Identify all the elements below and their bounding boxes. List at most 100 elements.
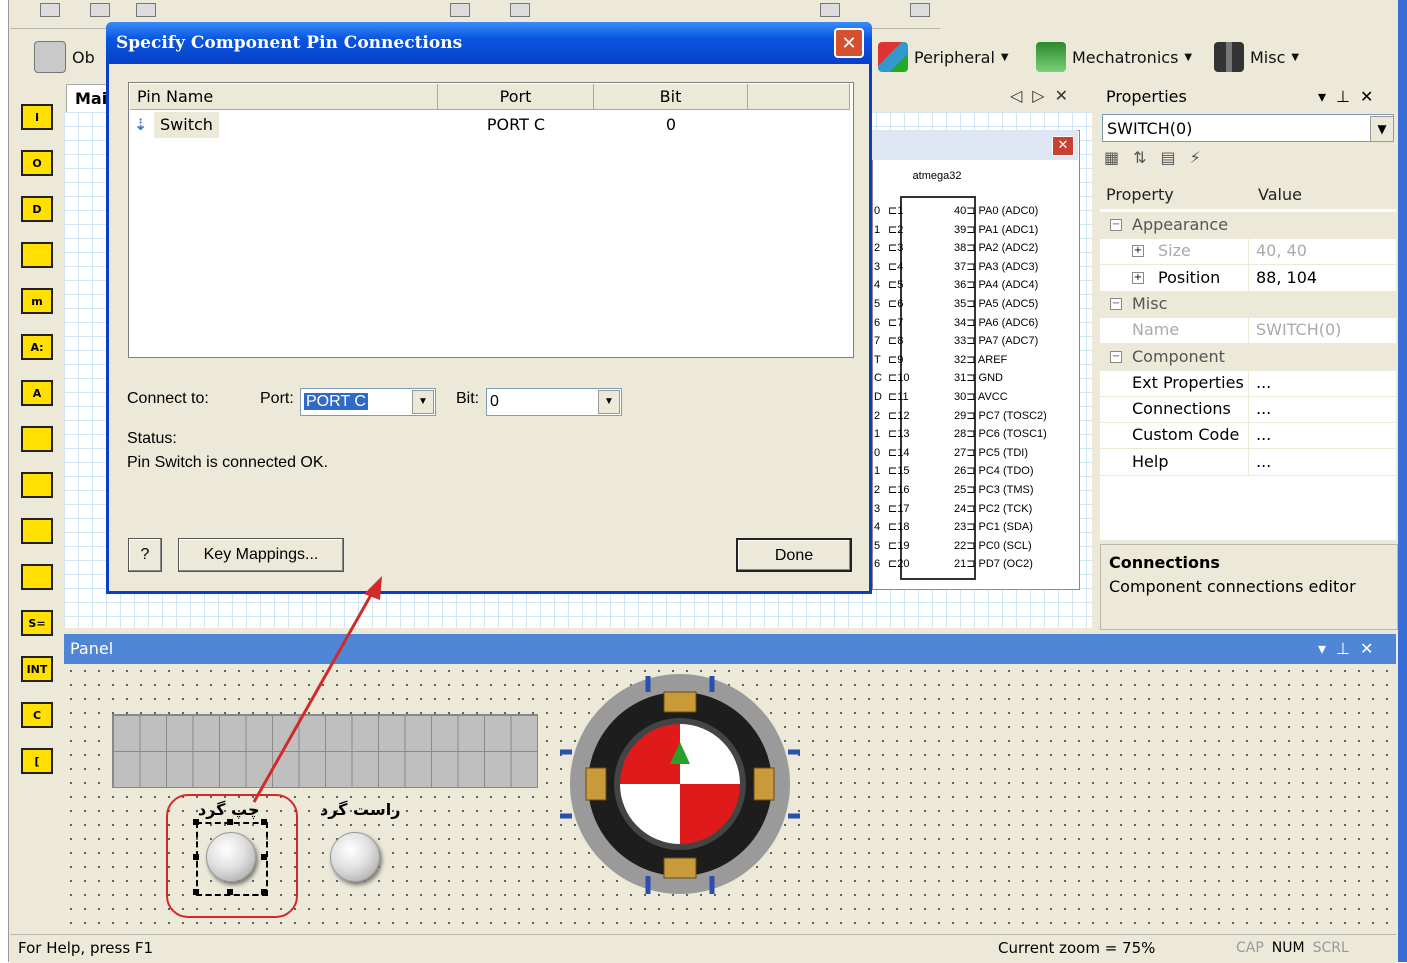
chip-pin-right[interactable]: 33⊐ PA7 (ADC7) — [954, 332, 1038, 350]
toolbar-mechatronics[interactable]: Mechatronics ▼ — [1036, 42, 1192, 72]
chip-pin-left[interactable]: ⊏4 — [888, 258, 903, 276]
chip-pin-right[interactable]: 31⊐ GND — [954, 369, 1003, 387]
flowchart-tool-icon[interactable]: S= — [20, 606, 54, 640]
toolbar-button[interactable] — [510, 3, 530, 17]
chip-pin-right[interactable]: 27⊐ PC5 (TDI) — [954, 444, 1028, 462]
dialog-close-button[interactable]: ✕ — [834, 28, 864, 58]
chip-pin-left[interactable]: ⊏11 — [888, 388, 909, 406]
collapse-icon[interactable]: − — [1110, 297, 1122, 310]
events-icon[interactable]: ⚡ — [1190, 148, 1201, 174]
chip-pin-left[interactable]: ⊏12 — [888, 407, 909, 425]
property-category[interactable]: − Misc — [1100, 290, 1396, 318]
toolbar-objects[interactable]: Ob — [34, 41, 95, 73]
chip-pin-left[interactable]: ⊏18 — [888, 518, 909, 536]
chip-pin-left[interactable]: ⊏19 — [888, 537, 909, 555]
tab-main[interactable]: Mai — [66, 84, 110, 112]
chip-pin-right[interactable]: 30⊐ AVCC — [954, 388, 1008, 406]
toolbar-button[interactable] — [136, 3, 156, 17]
property-row[interactable]: + Size 40, 40 — [1100, 238, 1396, 266]
collapse-icon[interactable]: − — [1110, 350, 1122, 363]
chip-pin-left[interactable]: ⊏3 — [888, 239, 903, 257]
flowchart-tool-icon[interactable]: m — [20, 284, 54, 318]
property-row[interactable]: Custom Code... — [1100, 422, 1396, 450]
toolbar-button[interactable] — [40, 3, 60, 17]
chip-pin-left[interactable]: ⊏1 — [888, 202, 903, 220]
property-row[interactable]: Help... — [1100, 448, 1396, 476]
toolbar-button[interactable] — [820, 3, 840, 17]
bit-select[interactable]: 0 ▼ — [486, 388, 622, 416]
toolbar-misc[interactable]: Misc ▼ — [1214, 42, 1299, 72]
chip-pin-left[interactable]: ⊏2 — [888, 221, 903, 239]
chip-window-close-button[interactable]: ✕ — [1052, 136, 1074, 156]
expand-icon[interactable]: + — [1132, 271, 1144, 284]
property-category[interactable]: − Component — [1100, 343, 1396, 371]
chip-pin-left[interactable]: ⊏5 — [888, 276, 903, 294]
chip-pin-right[interactable]: 22⊐ PC0 (SCL) — [954, 537, 1032, 555]
chip-pin-right[interactable]: 32⊐ AREF — [954, 351, 1007, 369]
chip-pin-left[interactable]: ⊏7 — [888, 314, 903, 332]
categorized-icon[interactable]: ▦ — [1104, 148, 1119, 174]
chip-pin-right[interactable]: 23⊐ PC1 (SDA) — [954, 518, 1033, 536]
col-pin-name[interactable]: Pin Name — [130, 84, 438, 110]
property-row[interactable]: Name SWITCH(0) — [1100, 317, 1396, 345]
flowchart-tool-icon[interactable] — [20, 468, 54, 502]
chip-pin-right[interactable]: 35⊐ PA5 (ADC5) — [954, 295, 1038, 313]
property-category[interactable]: − Appearance — [1100, 212, 1396, 239]
properties-window-controls[interactable]: ▾⊥✕ — [1318, 84, 1396, 110]
expand-icon[interactable]: + — [1132, 245, 1144, 258]
chip-pin-right[interactable]: 34⊐ PA6 (ADC6) — [954, 314, 1038, 332]
chip-pin-right[interactable]: 37⊐ PA3 (ADC3) — [954, 258, 1038, 276]
chip-pin-left[interactable]: ⊏17 — [888, 500, 909, 518]
toolbar-button[interactable] — [910, 3, 930, 17]
property-row[interactable]: Connections... — [1100, 396, 1396, 424]
flowchart-tool-icon[interactable] — [20, 238, 54, 272]
chip-pin-left[interactable]: ⊏16 — [888, 481, 909, 499]
flowchart-tool-icon[interactable]: I — [20, 100, 54, 134]
property-pages-icon[interactable]: ▤ — [1161, 148, 1176, 174]
toolbar-button[interactable] — [90, 3, 110, 17]
flowchart-tool-icon[interactable]: C — [20, 698, 54, 732]
chip-pin-right[interactable]: 25⊐ PC3 (TMS) — [954, 481, 1034, 499]
chip-pin-left[interactable]: ⊏13 — [888, 425, 909, 443]
toolbar-peripheral[interactable]: Peripheral ▼ — [878, 42, 1009, 72]
chip-pin-right[interactable]: 28⊐ PC6 (TOSC1) — [954, 425, 1047, 443]
chip-pin-left[interactable]: ⊏14 — [888, 444, 909, 462]
chip-pin-left[interactable]: ⊏20 — [888, 555, 909, 573]
right-rotate-switch[interactable] — [330, 832, 380, 882]
property-row[interactable]: + Position 88, 104 — [1100, 264, 1396, 292]
chip-pin-right[interactable]: 39⊐ PA1 (ADC1) — [954, 221, 1038, 239]
collapse-icon[interactable]: − — [1110, 219, 1122, 231]
chip-pin-right[interactable]: 36⊐ PA4 (ADC4) — [954, 276, 1038, 294]
table-row[interactable]: ⇣ Switch PORT C 0 — [130, 112, 850, 138]
help-button[interactable]: ? — [128, 538, 162, 572]
chip-pin-left[interactable]: ⊏9 — [888, 351, 903, 369]
chip-pin-right[interactable]: 24⊐ PC2 (TCK) — [954, 500, 1032, 518]
chevron-down-icon[interactable]: ▼ — [1370, 116, 1394, 142]
chip-pin-right[interactable]: 26⊐ PC4 (TDO) — [954, 462, 1034, 480]
chip-pin-right[interactable]: 21⊐ PD7 (OC2) — [954, 555, 1033, 573]
chip-pin-right[interactable]: 29⊐ PC7 (TOSC2) — [954, 407, 1047, 425]
chip-pin-left[interactable]: ⊏15 — [888, 462, 909, 480]
chip-pin-right[interactable]: 40⊐ PA0 (ADC0) — [954, 202, 1038, 220]
flowchart-tool-icon[interactable] — [20, 514, 54, 548]
done-button[interactable]: Done — [736, 538, 852, 572]
key-mappings-button[interactable]: Key Mappings... — [178, 538, 344, 572]
panel-window-controls[interactable]: ▾⊥✕ — [1318, 634, 1383, 664]
col-port[interactable]: Port — [438, 84, 594, 110]
flowchart-tool-icon[interactable]: [ — [20, 744, 54, 778]
object-selector[interactable]: SWITCH(0) — [1102, 114, 1394, 142]
flowchart-tool-icon[interactable]: INT — [20, 652, 54, 686]
flowchart-tool-icon[interactable]: O — [20, 146, 54, 180]
flowchart-tool-icon[interactable]: D — [20, 192, 54, 226]
flowchart-tool-icon[interactable] — [20, 560, 54, 594]
flowchart-tool-icon[interactable]: A — [20, 376, 54, 410]
flowchart-tool-icon[interactable] — [20, 422, 54, 456]
document-nav-controls[interactable]: ◁▷✕ — [1010, 86, 1090, 108]
stepper-motor[interactable] — [560, 672, 800, 902]
chip-pin-left[interactable]: ⊏10 — [888, 369, 909, 387]
sort-alpha-icon[interactable]: ⇅ — [1133, 148, 1146, 174]
toolbar-button[interactable] — [450, 3, 470, 17]
port-select[interactable]: PORT C ▼ — [300, 388, 436, 416]
chip-pin-left[interactable]: ⊏8 — [888, 332, 903, 350]
property-row[interactable]: Ext Properties... — [1100, 369, 1396, 397]
